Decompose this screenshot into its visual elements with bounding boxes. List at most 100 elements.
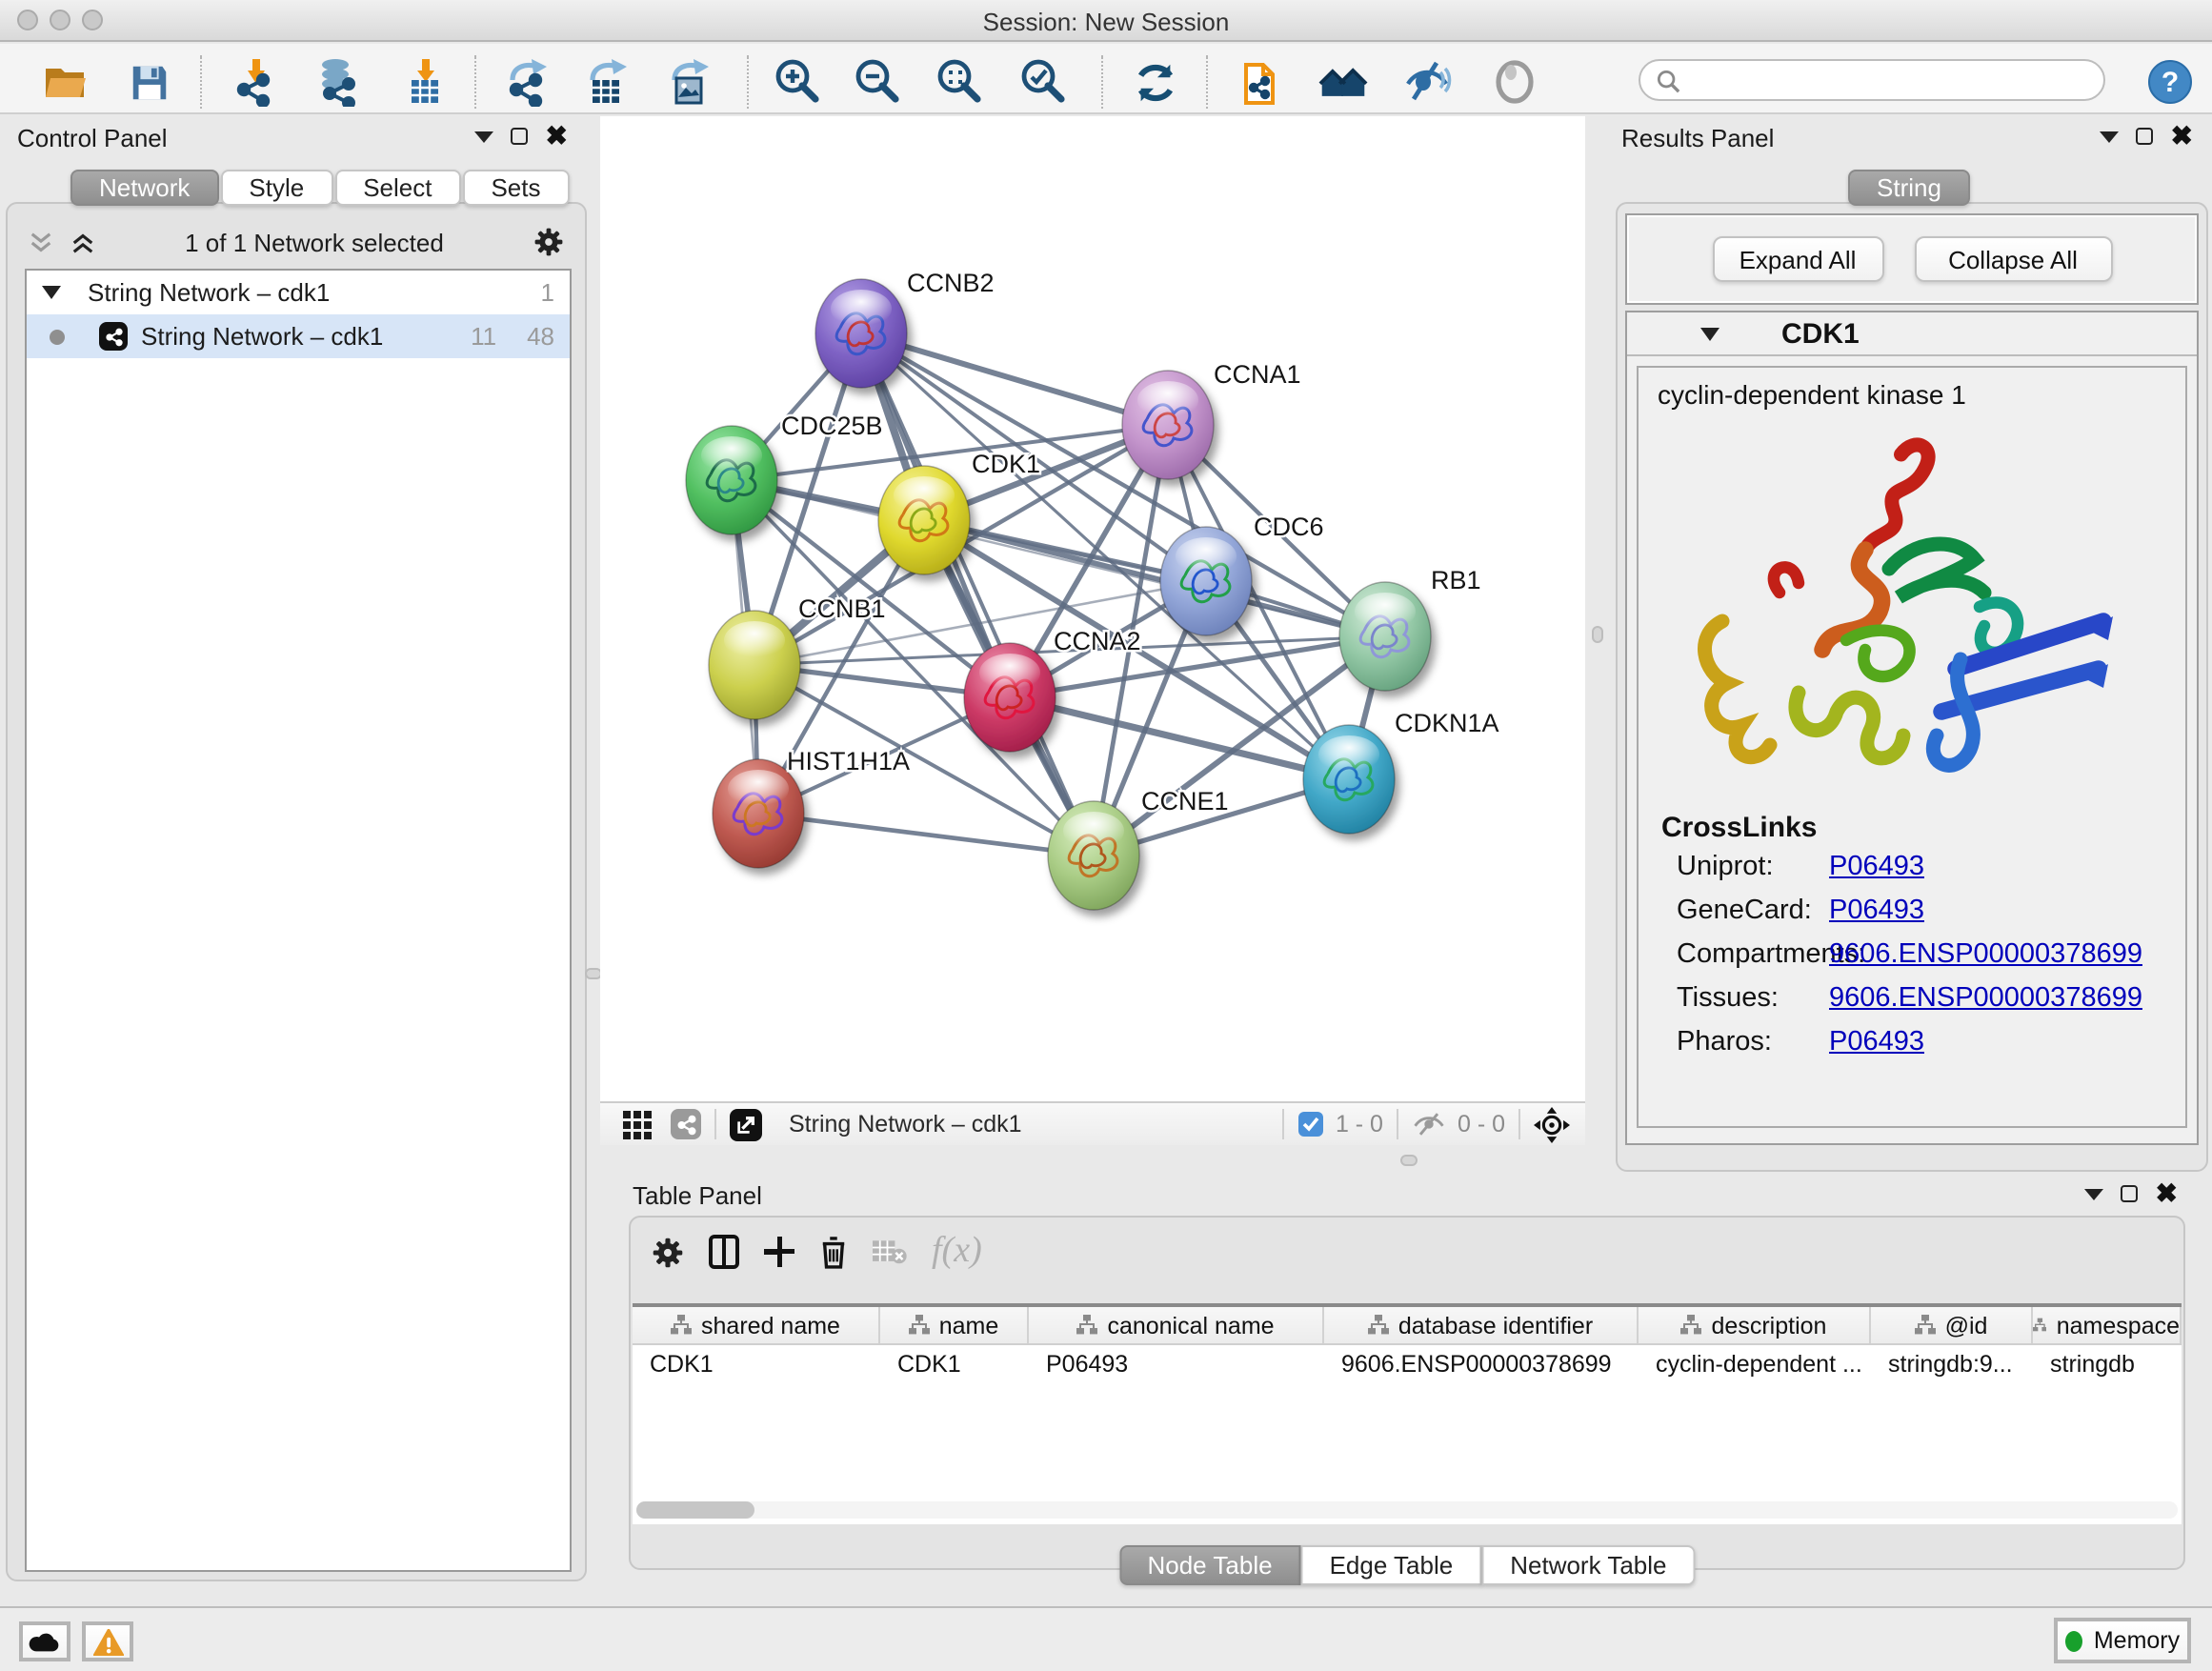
- network-node-CCNB1[interactable]: [709, 611, 800, 719]
- panel-float-icon[interactable]: [512, 128, 529, 145]
- tab-network-table[interactable]: Network Table: [1481, 1545, 1695, 1585]
- tab-node-table[interactable]: Node Table: [1118, 1545, 1300, 1585]
- column-sort-icon[interactable]: [2033, 1315, 2047, 1336]
- table-cell[interactable]: P06493: [1029, 1345, 1324, 1381]
- zoom-selected-icon[interactable]: [1017, 57, 1067, 107]
- column-sort-icon[interactable]: [909, 1315, 930, 1336]
- table-cell[interactable]: 9606.ENSP00000378699: [1324, 1345, 1639, 1381]
- search-input[interactable]: [1690, 65, 2103, 95]
- import-table-icon[interactable]: [400, 57, 450, 107]
- network-node-CDK1[interactable]: [878, 466, 970, 574]
- column-header-description[interactable]: description: [1639, 1307, 1871, 1343]
- preview-eye-icon[interactable]: [1490, 57, 1539, 107]
- panel-close-icon[interactable]: ✖: [2156, 1185, 2178, 1202]
- column-header-databaseidentifier[interactable]: database identifier: [1324, 1307, 1639, 1343]
- panel-float-icon[interactable]: [2137, 128, 2154, 145]
- splitter-handle[interactable]: [1400, 1155, 1418, 1166]
- table-header-row[interactable]: shared namenamecanonical namedatabase id…: [633, 1307, 2182, 1345]
- splitter-handle[interactable]: [1592, 626, 1603, 643]
- network-node-CCNE1[interactable]: [1048, 801, 1139, 910]
- crosslink-link[interactable]: 9606.ENSP00000378699: [1829, 982, 2142, 1013]
- expand-all-icon[interactable]: [70, 230, 95, 254]
- zoom-fit-icon[interactable]: [934, 57, 983, 107]
- table-row[interactable]: CDK1CDK1P064939606.ENSP00000378699cyclin…: [633, 1345, 2182, 1381]
- refresh-icon[interactable]: [1130, 57, 1179, 107]
- column-sort-icon[interactable]: [1076, 1315, 1097, 1336]
- network-tree-child-row[interactable]: String Network – cdk1 11 48: [27, 314, 570, 358]
- crosslink-link[interactable]: P06493: [1829, 851, 1924, 881]
- export-image-icon[interactable]: [665, 57, 714, 107]
- network-tree-root-row[interactable]: String Network – cdk1 1: [27, 271, 570, 314]
- export-network-icon[interactable]: [503, 57, 553, 107]
- table-cell[interactable]: stringdb: [2033, 1345, 2182, 1381]
- tab-style[interactable]: Style: [220, 170, 332, 206]
- column-header-canonicalname[interactable]: canonical name: [1029, 1307, 1324, 1343]
- scrollbar-thumb[interactable]: [636, 1501, 754, 1519]
- import-network-database-icon[interactable]: [314, 57, 364, 107]
- table-cell[interactable]: CDK1: [880, 1345, 1029, 1381]
- collapse-all-icon[interactable]: [29, 230, 53, 254]
- show-hide-graphics-icon[interactable]: [1402, 57, 1452, 107]
- tab-network[interactable]: Network: [70, 170, 218, 206]
- network-share-icon[interactable]: [671, 1109, 701, 1139]
- column-header-sharedname[interactable]: shared name: [633, 1307, 880, 1343]
- string-document-icon[interactable]: [1238, 57, 1288, 107]
- add-column-icon[interactable]: [764, 1237, 794, 1267]
- crosshair-icon[interactable]: [1534, 1106, 1570, 1142]
- crosslink-link[interactable]: P06493: [1829, 1026, 1924, 1057]
- import-network-file-icon[interactable]: [231, 57, 280, 107]
- column-header-namespace[interactable]: namespace: [2033, 1307, 2182, 1343]
- gene-collapse-icon[interactable]: [1699, 325, 1720, 342]
- column-sort-icon[interactable]: [1681, 1315, 1702, 1336]
- column-sort-icon[interactable]: [1368, 1315, 1389, 1336]
- table-cell[interactable]: CDK1: [633, 1345, 880, 1381]
- network-node-HIST1H1A[interactable]: [713, 759, 804, 868]
- network-node-CCNA2[interactable]: [964, 643, 1056, 752]
- panel-menu-icon[interactable]: [475, 131, 494, 142]
- column-header-id[interactable]: @id: [1871, 1307, 2033, 1343]
- column-header-name[interactable]: name: [880, 1307, 1029, 1343]
- delete-icon[interactable]: [819, 1235, 848, 1269]
- panel-float-icon[interactable]: [2122, 1185, 2139, 1202]
- memory-button[interactable]: Memory: [2054, 1618, 2191, 1663]
- column-sort-icon[interactable]: [671, 1315, 692, 1336]
- goto-network-icon[interactable]: [730, 1108, 762, 1140]
- expand-all-button[interactable]: Expand All: [1712, 236, 1883, 282]
- left-splitter[interactable]: [587, 118, 600, 1581]
- network-node-CCNA1[interactable]: [1122, 371, 1214, 479]
- panel-close-icon[interactable]: ✖: [546, 128, 568, 145]
- table-cell[interactable]: stringdb:9...: [1871, 1345, 2033, 1381]
- panel-close-icon[interactable]: ✖: [2171, 128, 2193, 145]
- hidden-eye-icon[interactable]: [1412, 1111, 1446, 1137]
- automation-cloud-button[interactable]: [19, 1621, 70, 1661]
- network-node-CDKN1A[interactable]: [1303, 725, 1395, 834]
- homes-icon[interactable]: [1318, 57, 1368, 107]
- save-session-icon[interactable]: [124, 57, 173, 107]
- gear-icon[interactable]: [533, 227, 564, 257]
- network-node-RB1[interactable]: [1339, 582, 1431, 691]
- table-gear-icon[interactable]: [652, 1236, 684, 1268]
- export-table-icon[interactable]: [583, 57, 633, 107]
- tab-edge-table[interactable]: Edge Table: [1301, 1545, 1482, 1585]
- horizontal-scrollbar[interactable]: [636, 1501, 2178, 1519]
- crosslink-link[interactable]: P06493: [1829, 895, 1924, 925]
- crosslink-link[interactable]: 9606.ENSP00000378699: [1829, 938, 2142, 969]
- tab-select[interactable]: Select: [334, 170, 460, 206]
- network-node-CDC25B[interactable]: [686, 426, 777, 534]
- network-node-CCNB2[interactable]: [815, 279, 907, 388]
- warnings-button[interactable]: [82, 1621, 133, 1661]
- search-box[interactable]: [1639, 59, 2105, 101]
- right-splitter[interactable]: [1585, 118, 1610, 1101]
- panel-menu-icon[interactable]: [2085, 1188, 2104, 1199]
- panel-menu-icon[interactable]: [2101, 131, 2120, 142]
- show-columns-icon[interactable]: [709, 1235, 739, 1269]
- zoom-out-icon[interactable]: [852, 57, 901, 107]
- tab-sets[interactable]: Sets: [462, 170, 569, 206]
- tree-expand-icon[interactable]: [42, 284, 61, 301]
- tab-string[interactable]: String: [1848, 170, 1970, 206]
- collapse-all-button[interactable]: Collapse All: [1914, 236, 2112, 282]
- network-canvas[interactable]: CCNB2CCNA1CDC25BCDK1CDC6RB1CCNB1CCNA2CDK…: [600, 116, 1585, 1101]
- open-folder-icon[interactable]: [40, 57, 90, 107]
- selected-checkbox-icon[interactable]: [1297, 1111, 1324, 1137]
- zoom-in-icon[interactable]: [772, 57, 821, 107]
